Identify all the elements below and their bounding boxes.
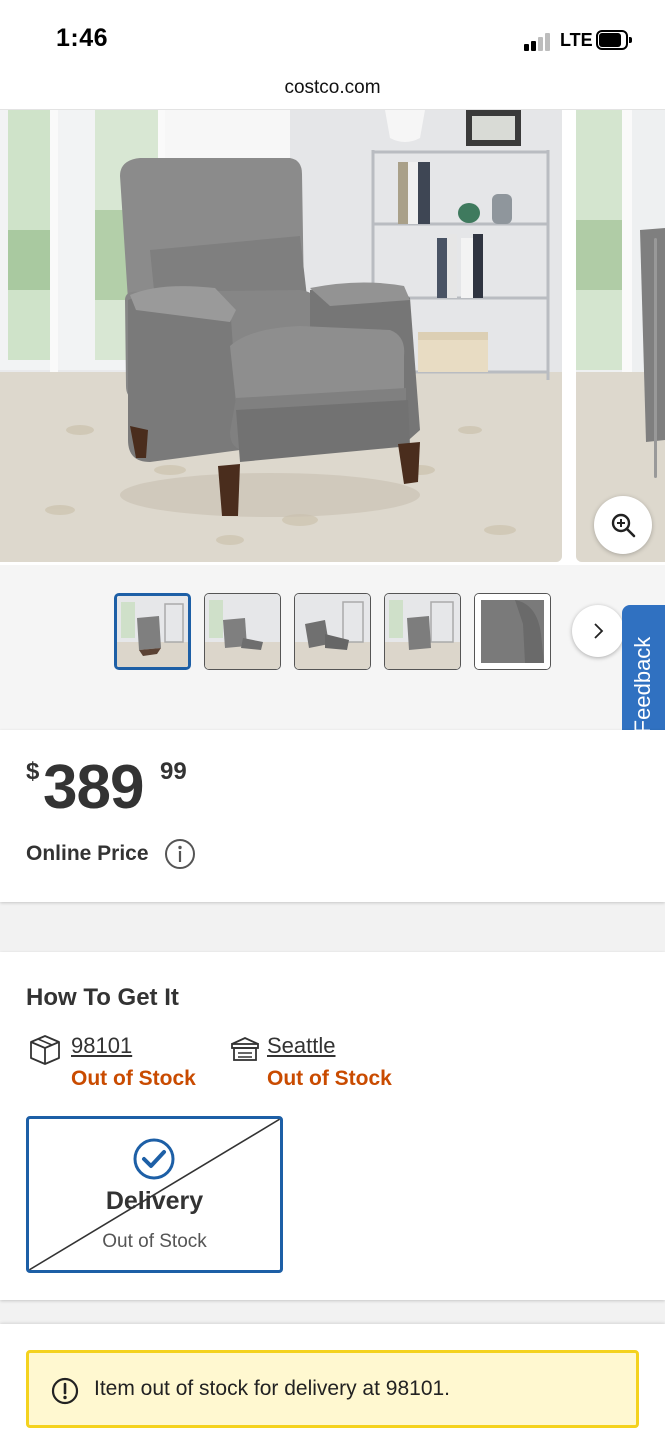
thumbnail-4[interactable] <box>384 593 461 670</box>
thumbnail-3[interactable] <box>294 593 371 670</box>
price-currency: $ <box>26 758 40 785</box>
alert-message: Item out of stock for delivery at 98101. <box>94 1377 451 1400</box>
feedback-label: Feedback <box>630 636 655 734</box>
product-image[interactable] <box>0 110 562 562</box>
unavailable-strike-line <box>29 1119 280 1270</box>
thumbnail-5[interactable] <box>474 593 551 670</box>
status-time: 1:46 <box>56 24 109 52</box>
how-to-get-it-card: How To Get It 98101 Out of Stock Seattle… <box>0 952 665 1300</box>
thumbnail-1[interactable] <box>114 593 191 670</box>
status-bar: 1:46 LTE <box>0 0 665 72</box>
delivery-option[interactable]: Delivery Out of Stock <box>26 1116 283 1273</box>
signal-strength-icon <box>524 31 554 51</box>
thumbnail-strip <box>0 565 665 730</box>
alert-card: Item out of stock for delivery at 98101. <box>0 1324 665 1440</box>
thumbnail-2[interactable] <box>204 593 281 670</box>
battery-icon <box>596 30 632 50</box>
thumbnail-next-button[interactable] <box>572 605 624 657</box>
warehouse-status: Out of Stock <box>267 1067 392 1090</box>
how-to-get-it-title: How To Get It <box>26 984 179 1011</box>
address-bar[interactable]: costco.com <box>0 72 665 110</box>
chevron-right-icon <box>594 623 604 639</box>
zoom-button[interactable] <box>594 496 652 554</box>
price-card: $ 389 99 Online Price <box>0 730 665 902</box>
alert-icon <box>51 1377 79 1405</box>
out-of-stock-alert: Item out of stock for delivery at 98101. <box>26 1350 639 1428</box>
product-image-carousel[interactable] <box>0 110 665 565</box>
price-dollars: 389 <box>43 753 144 822</box>
shipping-status: Out of Stock <box>71 1067 196 1090</box>
online-price-label: Online Price <box>26 842 149 865</box>
store-icon <box>231 1037 259 1061</box>
price-cents: 99 <box>160 758 187 785</box>
url-text: costco.com <box>284 77 381 98</box>
zoom-in-icon <box>611 513 636 538</box>
package-icon <box>30 1035 60 1065</box>
shipping-location-link[interactable]: 98101 <box>71 1033 132 1059</box>
warehouse-location-link[interactable]: Seattle <box>267 1033 336 1059</box>
network-type: LTE <box>560 30 593 50</box>
scrollbar[interactable] <box>654 238 657 478</box>
info-icon[interactable] <box>164 838 196 870</box>
product-image-next[interactable] <box>576 110 665 562</box>
